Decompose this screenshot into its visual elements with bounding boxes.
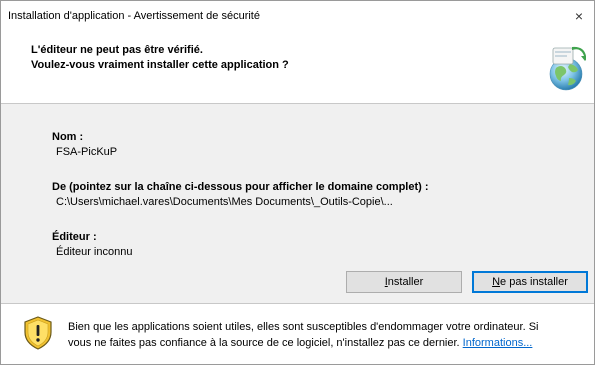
install-button[interactable]: Installer bbox=[346, 271, 462, 293]
warning-shield-icon bbox=[24, 316, 52, 350]
dont-install-accelerator: N bbox=[492, 276, 501, 288]
warning-text-line2: vous ne faites pas confiance à la source… bbox=[68, 337, 532, 349]
warning-footer: Bien que les applications soient utiles,… bbox=[1, 304, 594, 364]
more-info-link[interactable]: Informations... bbox=[463, 337, 533, 349]
header-question-line: Voulez-vous vraiment installer cette app… bbox=[31, 59, 289, 71]
dont-install-button[interactable]: Ne pas installer bbox=[472, 271, 588, 293]
security-warning-dialog: Installation d'application - Avertisseme… bbox=[0, 0, 595, 365]
install-label: nstaller bbox=[387, 276, 424, 288]
details-panel: Nom : FSA-PicKuP De (pointez sur la chaî… bbox=[1, 104, 594, 303]
warning-text-line2-text: vous ne faites pas confiance à la source… bbox=[68, 337, 463, 349]
header-warning-line: L'éditeur ne peut pas être vérifié. bbox=[31, 44, 203, 56]
from-label: De (pointez sur la chaîne ci-dessous pou… bbox=[52, 181, 429, 193]
publisher-label: Éditeur : bbox=[52, 231, 97, 243]
from-value[interactable]: C:\Users\michael.vares\Documents\Mes Doc… bbox=[56, 196, 393, 208]
dont-install-label: e pas installer bbox=[500, 276, 568, 288]
title-bar[interactable]: Installation d'application - Avertisseme… bbox=[1, 1, 594, 31]
globe-install-icon bbox=[549, 46, 586, 91]
publisher-value: Éditeur inconnu bbox=[56, 246, 133, 258]
name-label: Nom : bbox=[52, 131, 84, 143]
name-value: FSA-PicKuP bbox=[56, 146, 118, 158]
dialog-header: L'éditeur ne peut pas être vérifié. Voul… bbox=[1, 31, 594, 103]
window-title: Installation d'application - Avertisseme… bbox=[8, 10, 260, 22]
warning-text-line1: Bien que les applications soient utiles,… bbox=[68, 321, 539, 333]
close-icon: × bbox=[574, 8, 584, 24]
close-button[interactable]: × bbox=[564, 1, 594, 31]
